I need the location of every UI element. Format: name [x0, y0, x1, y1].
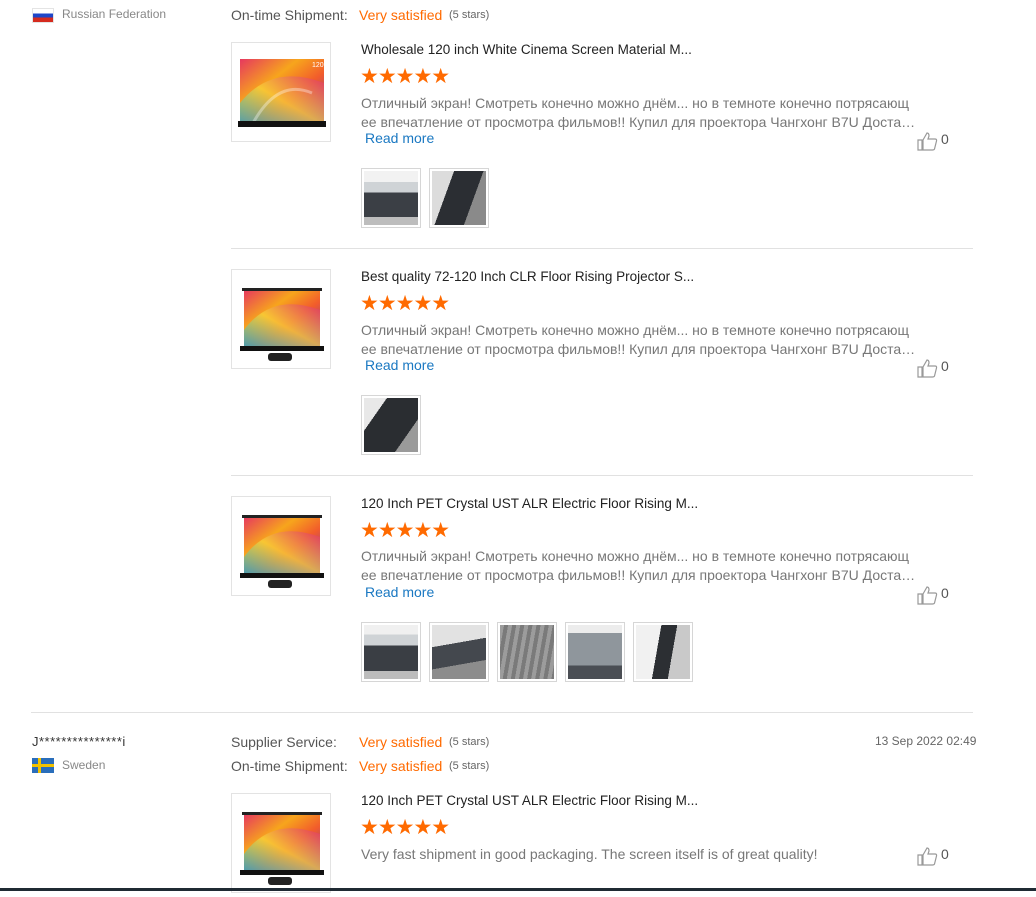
review-photo[interactable] [429, 622, 489, 682]
product-thumbnail[interactable] [231, 269, 331, 369]
shipment-label: On-time Shipment: [231, 7, 348, 23]
review-text: Отличный экран! Смотреть конечно можно д… [361, 95, 917, 130]
item-divider [231, 475, 973, 476]
review-photo[interactable] [361, 395, 421, 455]
shipment-rating: Very satisfied [359, 7, 443, 23]
supplier-service-label: Supplier Service: [231, 734, 337, 750]
read-more-link[interactable]: Read more [365, 357, 434, 373]
product-title[interactable]: Best quality 72-120 Inch CLR Floor Risin… [361, 269, 694, 284]
like-count: 0 [941, 358, 949, 374]
star-rating: ★★★★★ [360, 816, 450, 839]
review-text: Отличный экран! Смотреть конечно можно д… [361, 548, 917, 583]
star-rating: ★★★★★ [360, 519, 450, 542]
flag-russia-icon [32, 8, 54, 23]
star-rating: ★★★★★ [360, 65, 450, 88]
reviewer-country: Sweden [62, 758, 106, 772]
like-count: 0 [941, 846, 949, 862]
review-photo[interactable] [361, 622, 421, 682]
product-thumbnail[interactable]: 120 [231, 42, 331, 142]
thumbs-up-icon[interactable] [916, 585, 938, 605]
like-count: 0 [941, 131, 949, 147]
review-photo[interactable] [361, 168, 421, 228]
reviewer-country: Russian Federation [62, 7, 167, 21]
shipment-rating: Very satisfied [359, 758, 443, 774]
product-title[interactable]: 120 Inch PET Crystal UST ALR Electric Fl… [361, 496, 698, 511]
thumbs-up-icon[interactable] [916, 358, 938, 378]
star-rating: ★★★★★ [360, 292, 450, 315]
product-thumbnail[interactable] [231, 793, 331, 893]
reviewer-name: J***************i [32, 734, 126, 749]
review-photo[interactable] [565, 622, 625, 682]
item-divider [231, 248, 973, 249]
review-photo[interactable] [633, 622, 693, 682]
read-more-link[interactable]: Read more [365, 130, 434, 146]
supplier-service-stars: (5 stars) [449, 736, 490, 748]
flag-sweden-icon [32, 758, 54, 773]
like-count: 0 [941, 585, 949, 601]
review-text: Very fast shipment in good packaging. Th… [361, 846, 818, 862]
product-title[interactable]: 120 Inch PET Crystal UST ALR Electric Fl… [361, 793, 698, 808]
review-text: Отличный экран! Смотреть конечно можно д… [361, 322, 917, 357]
thumbs-up-icon[interactable] [916, 131, 938, 151]
review-divider [31, 712, 973, 713]
shipment-stars: (5 stars) [449, 760, 490, 772]
review-photo[interactable] [497, 622, 557, 682]
product-thumbnail[interactable] [231, 496, 331, 596]
review-date: 13 Sep 2022 02:49 [875, 734, 977, 748]
screen-size-badge: 120 [312, 62, 324, 69]
thumbs-up-icon[interactable] [916, 846, 938, 866]
shipment-stars: (5 stars) [449, 9, 490, 21]
product-title[interactable]: Wholesale 120 inch White Cinema Screen M… [361, 42, 692, 57]
supplier-service-rating: Very satisfied [359, 734, 443, 750]
shipment-label: On-time Shipment: [231, 758, 348, 774]
review-photo[interactable] [429, 168, 489, 228]
read-more-link[interactable]: Read more [365, 584, 434, 600]
